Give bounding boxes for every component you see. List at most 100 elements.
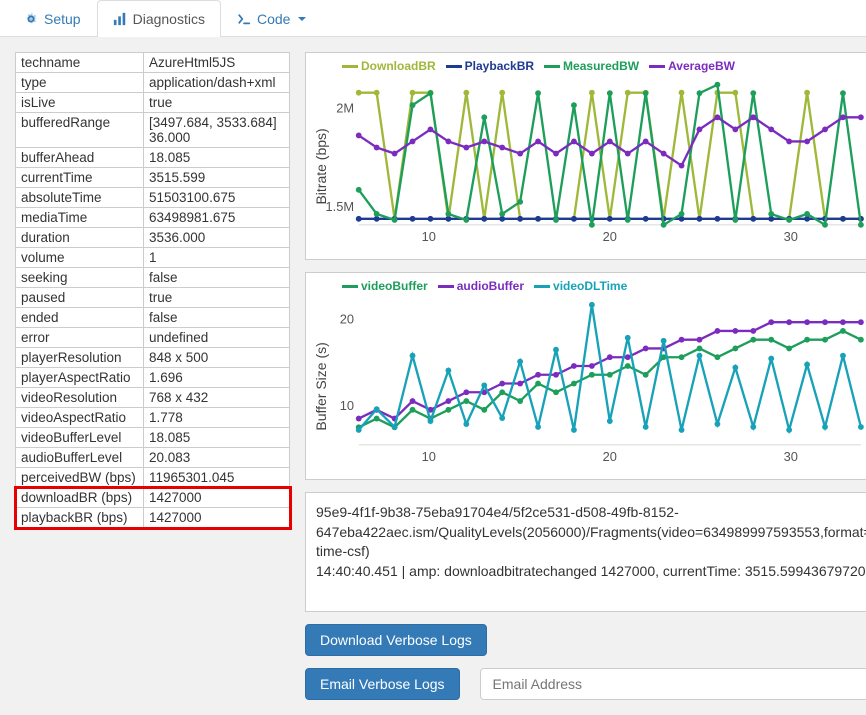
- tab-diagnostics[interactable]: Diagnostics: [97, 0, 221, 37]
- svg-text:2M: 2M: [336, 101, 354, 116]
- legend-swatch: [446, 65, 462, 68]
- table-row: mediaTime63498981.675: [16, 208, 290, 228]
- verbose-log[interactable]: 95e9-4f1f-9b38-75eba91704e4/5f2ce531-d50…: [305, 492, 866, 612]
- legend-label: AverageBW: [668, 59, 735, 73]
- svg-text:20: 20: [603, 449, 617, 464]
- diag-value: 18.085: [144, 428, 290, 448]
- buffer-chart-svg: Buffer Size (s) Download Time (ms) 20 10…: [312, 293, 866, 474]
- diag-value: true: [144, 93, 290, 113]
- diag-key: paused: [16, 288, 144, 308]
- diag-value: false: [144, 268, 290, 288]
- download-verbose-logs-button[interactable]: Download Verbose Logs: [305, 624, 487, 656]
- content-area: technameAzureHtml5JStypeapplication/dash…: [0, 37, 866, 715]
- legend-label: audioBuffer: [457, 279, 524, 293]
- diag-key: bufferedRange: [16, 113, 144, 148]
- tab-code[interactable]: Code: [221, 0, 322, 37]
- bitrate-chart-svg: Bitrate (bps) Bandwidth (bps) 2M 1.5M 14…: [312, 73, 866, 254]
- legend-swatch: [342, 285, 358, 288]
- legend-item: videoBuffer: [342, 279, 428, 293]
- diag-key: duration: [16, 228, 144, 248]
- table-row: videoResolution768 x 432: [16, 388, 290, 408]
- diag-key: isLive: [16, 93, 144, 113]
- legend-item: MeasuredBW: [544, 59, 639, 73]
- series-audioBuffer: [359, 322, 861, 418]
- table-row: errorundefined: [16, 328, 290, 348]
- table-row: downloadBR (bps)1427000: [16, 488, 290, 508]
- table-row: videoAspectRatio1.778: [16, 408, 290, 428]
- diag-key: volume: [16, 248, 144, 268]
- diag-value: 1.778: [144, 408, 290, 428]
- diag-key: currentTime: [16, 168, 144, 188]
- table-row: videoBufferLevel18.085: [16, 428, 290, 448]
- diag-key: playerResolution: [16, 348, 144, 368]
- diag-value: 18.085: [144, 148, 290, 168]
- table-row: playerAspectRatio1.696: [16, 368, 290, 388]
- table-row: bufferedRange[3497.684, 3533.684] 36.000: [16, 113, 290, 148]
- svg-text:10: 10: [340, 398, 354, 413]
- table-row: typeapplication/dash+xml: [16, 73, 290, 93]
- diag-key: playerAspectRatio: [16, 368, 144, 388]
- legend-swatch: [438, 285, 454, 288]
- table-row: endedfalse: [16, 308, 290, 328]
- diag-value: 1: [144, 248, 290, 268]
- series-MeasuredBW: [359, 85, 861, 225]
- diag-key: error: [16, 328, 144, 348]
- buffer-chart-legend: videoBuffer audioBuffer videoDLTime: [342, 279, 866, 293]
- svg-text:1.5M: 1.5M: [326, 199, 355, 214]
- diag-value: 1427000: [144, 488, 290, 508]
- diag-value: 11965301.045: [144, 468, 290, 488]
- legend-label: videoDLTime: [553, 279, 627, 293]
- diag-key: mediaTime: [16, 208, 144, 228]
- email-verbose-logs-button[interactable]: Email Verbose Logs: [305, 668, 460, 700]
- diag-key: perceivedBW (bps): [16, 468, 144, 488]
- diag-value: true: [144, 288, 290, 308]
- diag-value: 3515.599: [144, 168, 290, 188]
- svg-text:20: 20: [603, 229, 617, 244]
- table-row: duration3536.000: [16, 228, 290, 248]
- table-row: absoluteTime51503100.675: [16, 188, 290, 208]
- table-row: pausedtrue: [16, 288, 290, 308]
- legend-label: DownloadBR: [361, 59, 436, 73]
- table-row: audioBufferLevel20.083: [16, 448, 290, 468]
- tabs-bar: Setup Diagnostics Code: [0, 0, 866, 37]
- table-row: seekingfalse: [16, 268, 290, 288]
- tab-setup-label: Setup: [44, 11, 81, 27]
- bitrate-chart: DownloadBRPlaybackBRMeasuredBWAverageBW …: [305, 52, 866, 260]
- diag-value: 848 x 500: [144, 348, 290, 368]
- diag-value: 3536.000: [144, 228, 290, 248]
- email-address-input[interactable]: [480, 668, 866, 700]
- legend-item: videoDLTime: [534, 279, 627, 293]
- tab-code-label: Code: [257, 11, 290, 27]
- diagnostics-table: technameAzureHtml5JStypeapplication/dash…: [15, 52, 290, 528]
- diag-key: techname: [16, 53, 144, 73]
- tab-diagnostics-label: Diagnostics: [133, 11, 205, 27]
- table-row: technameAzureHtml5JS: [16, 53, 290, 73]
- diag-value: 1.696: [144, 368, 290, 388]
- diag-key: playbackBR (bps): [16, 508, 144, 528]
- diag-key: videoAspectRatio: [16, 408, 144, 428]
- stats-icon: [113, 12, 127, 26]
- table-row: volume1: [16, 248, 290, 268]
- bitrate-chart-legend: DownloadBRPlaybackBRMeasuredBWAverageBW: [342, 59, 866, 73]
- svg-text:20: 20: [340, 311, 354, 326]
- terminal-icon: [237, 12, 251, 26]
- legend-item: DownloadBR: [342, 59, 436, 73]
- table-row: currentTime3515.599: [16, 168, 290, 188]
- svg-text:30: 30: [784, 449, 798, 464]
- gear-icon: [24, 12, 38, 26]
- table-row: bufferAhead18.085: [16, 148, 290, 168]
- chevron-down-icon: [298, 17, 306, 21]
- svg-text:30: 30: [784, 229, 798, 244]
- legend-item: audioBuffer: [438, 279, 524, 293]
- diag-value: AzureHtml5JS: [144, 53, 290, 73]
- diag-value: 1427000: [144, 508, 290, 528]
- diag-key: seeking: [16, 268, 144, 288]
- legend-swatch: [649, 65, 665, 68]
- diag-key: bufferAhead: [16, 148, 144, 168]
- diag-value: 51503100.675: [144, 188, 290, 208]
- diag-key: audioBufferLevel: [16, 448, 144, 468]
- tab-setup[interactable]: Setup: [8, 0, 97, 37]
- legend-label: videoBuffer: [361, 279, 428, 293]
- diag-value: 63498981.675: [144, 208, 290, 228]
- diag-value: application/dash+xml: [144, 73, 290, 93]
